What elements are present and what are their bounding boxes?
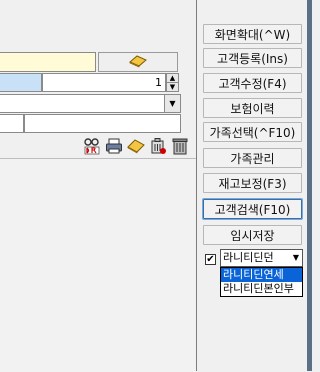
spin-down-button[interactable]: ▼ (167, 82, 178, 91)
window-edge (307, 0, 312, 371)
family-manage-button[interactable]: 가족관리 (203, 148, 302, 168)
spin-up-button[interactable]: ▲ (167, 74, 178, 82)
form-area: 1 ▲ ▼ ▼ (0, 0, 197, 372)
code-field[interactable] (0, 73, 42, 92)
delete-icon[interactable] (148, 136, 167, 156)
toolbar (82, 136, 189, 158)
name-field[interactable] (0, 52, 96, 72)
customer-search-button[interactable]: 고객검색(F10) (202, 198, 303, 220)
customer-edit-button[interactable]: 고객수정(F4) (203, 73, 302, 93)
category-combobox[interactable]: ▼ (0, 94, 181, 113)
drug-select[interactable]: 라니티딘던 ▼ (220, 249, 303, 267)
family-select-button[interactable]: 가족선택(^F10) (203, 122, 302, 142)
trash-icon[interactable] (170, 136, 189, 156)
drug-dropdown-list: 라니티딘연세 라니티딘본인부 (220, 267, 303, 297)
insurance-history-button[interactable]: 보험이력 (203, 98, 302, 118)
quantity-value: 1 (155, 76, 162, 89)
customer-register-button[interactable]: 고객등록(Ins) (203, 48, 302, 68)
option-checkbox[interactable]: ✔ (205, 254, 216, 265)
drug-select-value: 라니티딘던 (223, 251, 274, 264)
stock-adjust-button[interactable]: 재고보정(F3) (203, 173, 302, 193)
zoom-screen-button[interactable]: 화면확대(^W) (203, 24, 302, 44)
eraser-icon[interactable] (126, 136, 145, 156)
memo-field[interactable] (24, 114, 181, 133)
clear-button[interactable] (98, 52, 178, 72)
chevron-down-icon[interactable]: ▼ (290, 250, 302, 266)
detail-list-area[interactable] (0, 158, 197, 372)
panel-divider (196, 0, 197, 371)
print-icon[interactable] (104, 136, 123, 156)
temp-save-button[interactable]: 임시저장 (203, 225, 302, 245)
quantity-stepper[interactable]: ▲ ▼ (166, 73, 179, 92)
dropdown-option[interactable]: 라니티딘본인부 (221, 282, 302, 296)
dropdown-option[interactable]: 라니티딘연세 (221, 268, 302, 282)
dr-icon[interactable] (82, 136, 101, 156)
memo-prefix-field[interactable] (0, 114, 24, 133)
eraser-icon (128, 54, 148, 71)
chevron-down-icon[interactable]: ▼ (164, 95, 180, 112)
quantity-field[interactable]: 1 (42, 73, 166, 92)
